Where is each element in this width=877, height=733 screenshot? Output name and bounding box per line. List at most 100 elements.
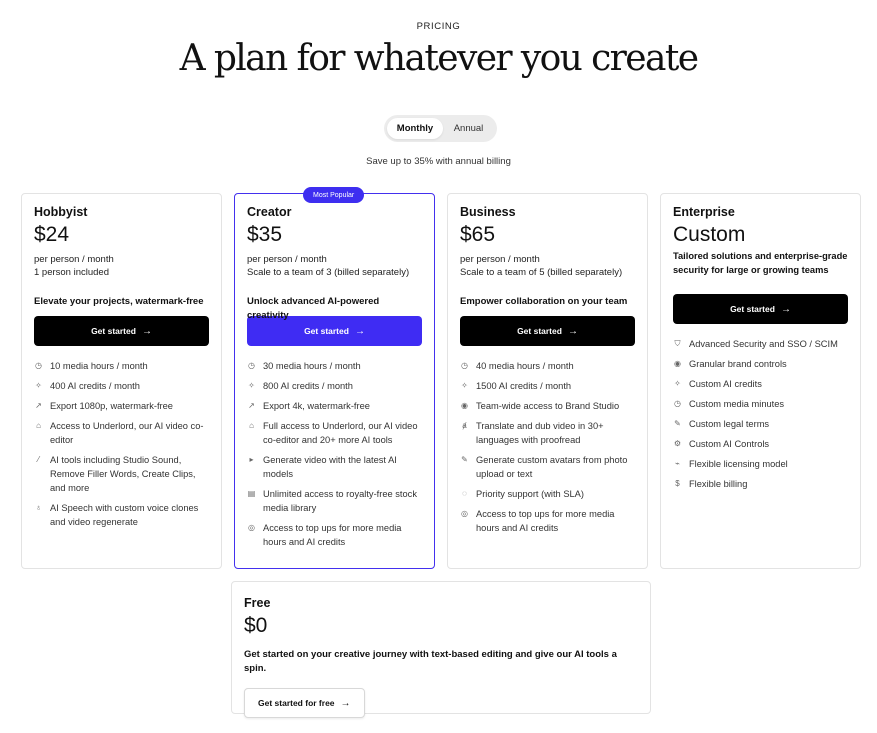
plan-card-free: Free $0 Get started on your creative jou… bbox=[231, 581, 651, 718]
plan-description: Get started on your creative journey wit… bbox=[244, 649, 617, 674]
brand-icon: ◉ bbox=[461, 401, 468, 410]
feature-text: Priority support (with SLA) bbox=[476, 489, 584, 499]
feature-text: Advanced Security and SSO / SCIM bbox=[689, 339, 838, 349]
billing-option-annual[interactable]: Annual bbox=[443, 118, 494, 139]
list-item: ✧ 400 AI credits / month bbox=[34, 379, 209, 393]
plan-price: $65 bbox=[460, 223, 496, 246]
button-label: Get started for free bbox=[258, 698, 335, 708]
robot-icon: ⌂ bbox=[36, 421, 41, 430]
feature-text: 30 media hours / month bbox=[263, 361, 361, 371]
feature-text: 1500 AI credits / month bbox=[476, 381, 572, 391]
coins-icon: ◎ bbox=[248, 523, 255, 532]
list-item: ▸ Generate video with the latest AI model… bbox=[247, 453, 422, 481]
feature-text: 800 AI credits / month bbox=[263, 381, 353, 391]
arrow-right-icon: → bbox=[780, 303, 791, 315]
plan-tagline: Elevate your projects, watermark-free bbox=[34, 296, 204, 307]
feature-text: Custom AI credits bbox=[689, 379, 762, 389]
export-icon: ↗ bbox=[35, 401, 42, 410]
clock-icon: ◷ bbox=[35, 361, 42, 370]
feature-text: 10 media hours / month bbox=[50, 361, 148, 371]
sparkle-icon: ✧ bbox=[248, 381, 255, 390]
button-label: Get started bbox=[304, 326, 349, 336]
plan-card-business: Business $65 per person / month Scale to… bbox=[447, 193, 648, 569]
feature-list: ◷ 40 media hours / month ✧ 1500 AI credits… bbox=[460, 359, 635, 535]
list-item: ◉ Granular brand controls bbox=[673, 357, 848, 371]
pricing-eyebrow: PRICING bbox=[416, 21, 461, 32]
billing-toggle: Monthly Annual bbox=[384, 115, 497, 142]
feature-text: Access to Underlord, our AI video co-edi… bbox=[50, 421, 204, 445]
wand-icon: ⁄ bbox=[37, 455, 40, 464]
list-item: ⁄ AI tools including Studio Sound, Remove… bbox=[34, 453, 209, 495]
plan-price: $0 bbox=[244, 614, 268, 637]
list-item: ⌁ Flexible licensing model bbox=[673, 457, 848, 471]
feature-list: ◷ 30 media hours / month ✧ 800 AI credits … bbox=[247, 359, 422, 549]
gear-icon: ⚙ bbox=[673, 439, 682, 448]
feature-text: Unlimited access to royalty-free stock m… bbox=[263, 489, 417, 513]
plan-billing-unit: per person / month bbox=[460, 254, 540, 265]
plan-billing-unit: per person / month bbox=[34, 254, 114, 265]
export-icon: ↗ bbox=[248, 401, 255, 410]
sparkle-icon: ✧ bbox=[674, 379, 681, 388]
list-item: ◷ Custom media minutes bbox=[673, 397, 848, 411]
list-item: ⚙ Custom AI Controls bbox=[673, 437, 848, 451]
sparkle-icon: ✧ bbox=[35, 381, 42, 390]
plan-name: Enterprise bbox=[673, 205, 735, 219]
annual-savings-note: Save up to 35% with annual billing bbox=[366, 156, 511, 167]
list-item: ⌂ Full access to Underlord, our AI video … bbox=[247, 419, 422, 447]
plan-price: $35 bbox=[247, 223, 283, 246]
support-icon: ◌ bbox=[462, 489, 467, 498]
feature-text: Full access to Underlord, our AI video c… bbox=[263, 421, 418, 445]
feature-text: Team-wide access to Brand Studio bbox=[476, 401, 620, 411]
feature-text: Flexible licensing model bbox=[689, 459, 788, 469]
list-item: ✎ Generate custom avatars from photo uplo… bbox=[460, 453, 635, 481]
get-started-button-hobbyist[interactable]: Get started → bbox=[34, 316, 209, 346]
plan-name: Hobbyist bbox=[34, 205, 88, 219]
video-icon: ▸ bbox=[249, 455, 254, 464]
feature-text: Access to top ups for more media hours a… bbox=[263, 523, 402, 547]
feature-text: Granular brand controls bbox=[689, 359, 787, 369]
arrow-right-icon: → bbox=[567, 325, 578, 337]
list-item: ⌂ Access to Underlord, our AI video co-ed… bbox=[34, 419, 209, 447]
feature-text: Custom legal terms bbox=[689, 419, 770, 429]
get-started-button-business[interactable]: Get started → bbox=[460, 316, 635, 346]
shield-icon: ⛉ bbox=[674, 339, 681, 348]
feature-text: Export 4k, watermark-free bbox=[263, 401, 370, 411]
feature-list: ⛉ Advanced Security and SSO / SCIM ◉ Granu… bbox=[673, 337, 848, 491]
plan-price: Custom bbox=[673, 223, 746, 246]
feature-list: ◷ 10 media hours / month ✧ 400 AI credits … bbox=[34, 359, 209, 529]
clock-icon: ◷ bbox=[674, 399, 681, 408]
plan-seats: Scale to a team of 5 (billed separately) bbox=[460, 267, 623, 278]
dollar-icon: $ bbox=[675, 479, 680, 488]
feature-text: Generate custom avatars from photo uploa… bbox=[476, 455, 628, 479]
list-item: ↗ Export 1080p, watermark-free bbox=[34, 399, 209, 413]
list-item: ◷ 30 media hours / month bbox=[247, 359, 422, 373]
clock-icon: ◷ bbox=[248, 361, 255, 370]
feature-text: 40 media hours / month bbox=[476, 361, 574, 371]
library-icon: ▤ bbox=[247, 489, 256, 498]
avatar-icon: ✎ bbox=[461, 455, 468, 464]
feature-text: Export 1080p, watermark-free bbox=[50, 401, 173, 411]
plan-name: Business bbox=[460, 205, 516, 219]
sparkle-icon: ✧ bbox=[461, 381, 468, 390]
get-started-button-enterprise[interactable]: Get started → bbox=[673, 294, 848, 324]
list-item: $ Flexible billing bbox=[673, 477, 848, 491]
arrow-right-icon: → bbox=[354, 325, 365, 337]
plan-name: Free bbox=[244, 596, 271, 610]
license-icon: ⌁ bbox=[675, 459, 680, 468]
translate-icon: ⱥ bbox=[462, 421, 467, 430]
plan-card-creator: Most Popular Creator $35 per person / mo… bbox=[234, 187, 435, 569]
feature-text: AI tools including Studio Sound, Remove … bbox=[50, 455, 196, 493]
plan-tagline: Empower collaboration on your team bbox=[460, 296, 628, 307]
billing-option-monthly[interactable]: Monthly bbox=[387, 118, 443, 139]
get-started-free-button[interactable]: Get started for free → bbox=[244, 688, 365, 718]
button-label: Get started bbox=[730, 304, 775, 314]
clock-icon: ◷ bbox=[461, 361, 468, 370]
feature-text: 400 AI credits / month bbox=[50, 381, 140, 391]
list-item: ↗ Export 4k, watermark-free bbox=[247, 399, 422, 413]
plan-description: Tailored solutions and enterprise-grade … bbox=[673, 251, 848, 275]
feature-text: Custom media minutes bbox=[689, 399, 785, 409]
feature-text: Translate and dub video in 30+ languages… bbox=[476, 421, 604, 445]
list-item: ⱥ Translate and dub video in 30+ language… bbox=[460, 419, 635, 447]
feature-text: Custom AI Controls bbox=[689, 439, 770, 449]
list-item: ▤ Unlimited access to royalty-free stock … bbox=[247, 487, 422, 515]
